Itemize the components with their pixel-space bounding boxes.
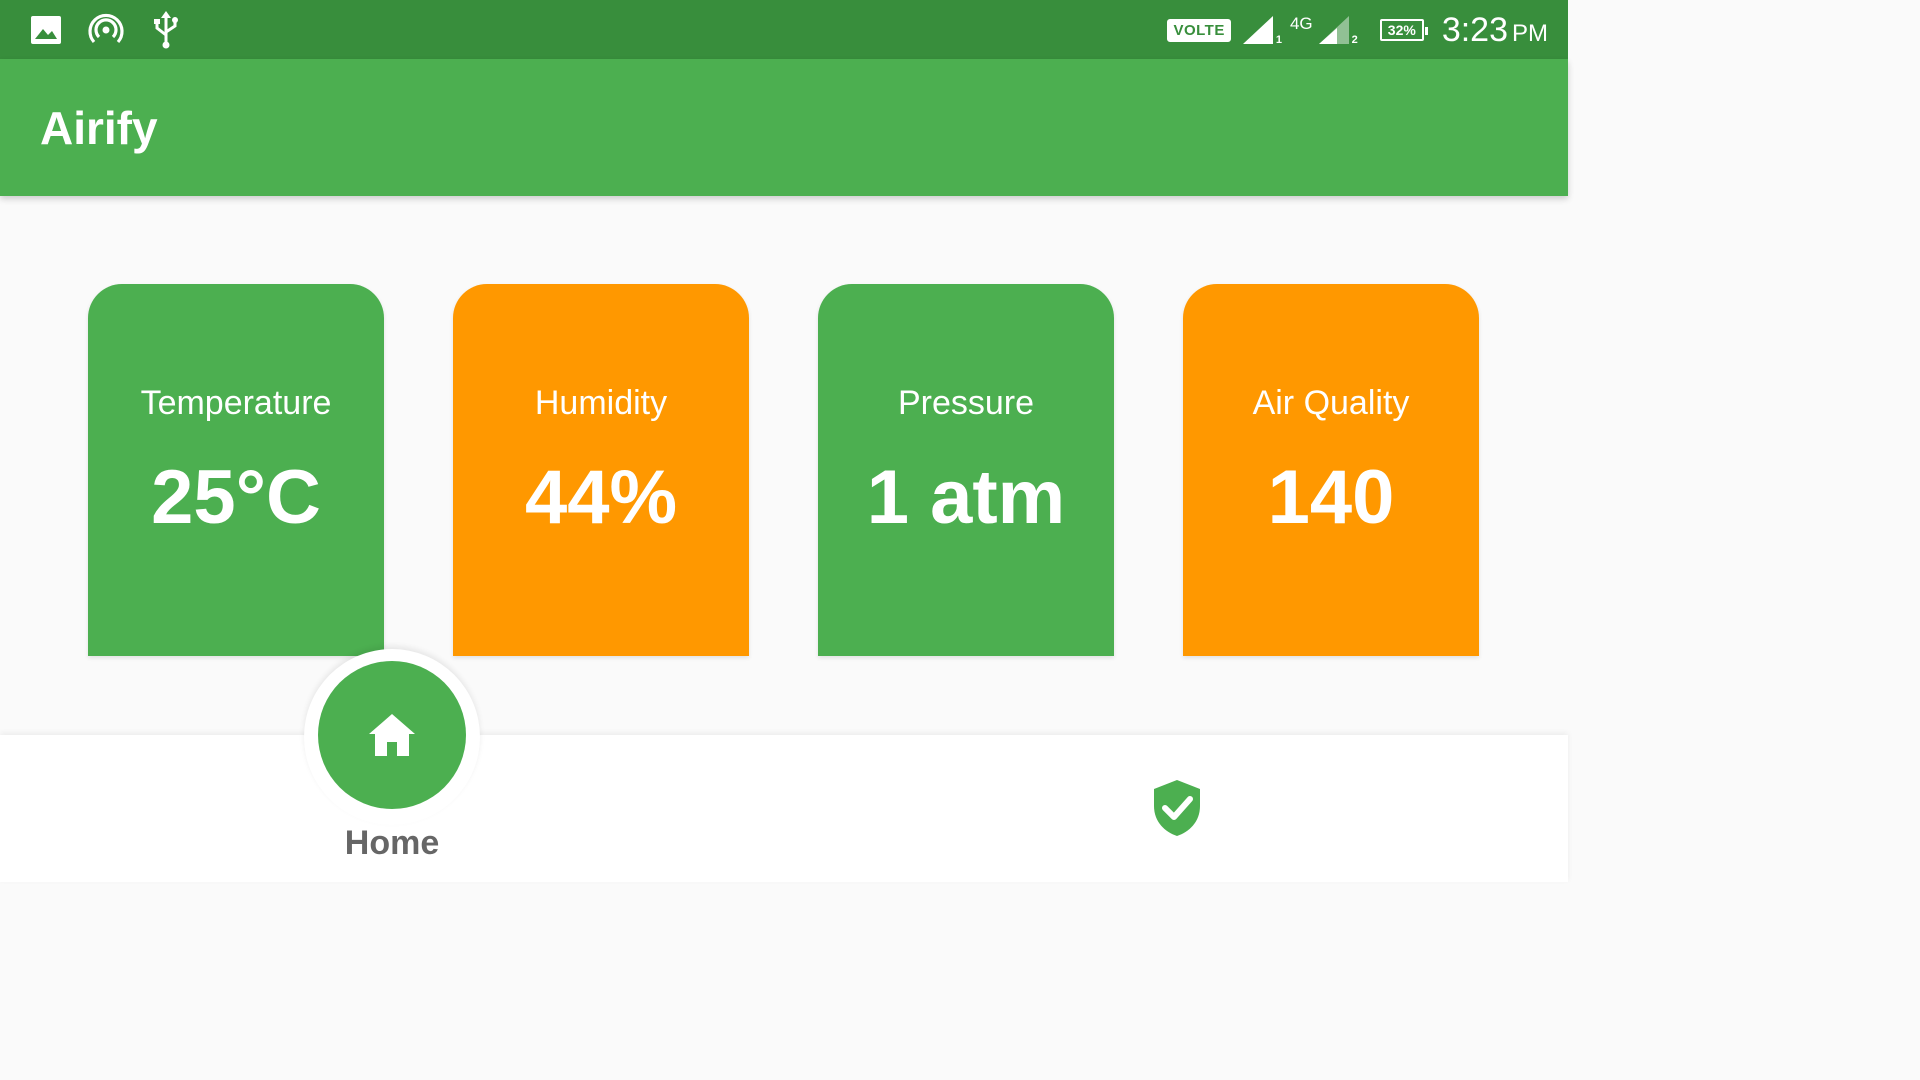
sim2-label: 2 [1351, 34, 1358, 46]
air-quality-label: Air Quality [1252, 384, 1410, 422]
temperature-card[interactable]: Temperature 25°C [88, 284, 384, 656]
home-nav-button[interactable] [318, 661, 466, 809]
pressure-value: 1 atm [866, 455, 1066, 540]
pressure-card[interactable]: Pressure 1 atm [818, 284, 1114, 656]
usb-icon [148, 11, 184, 49]
home-nav-label[interactable]: Home [292, 824, 492, 863]
air-quality-card[interactable]: Air Quality 140 [1183, 284, 1479, 656]
signal-sim2-icon: 2 [1317, 14, 1358, 46]
image-icon [28, 12, 64, 48]
battery-indicator: 32% [1379, 19, 1428, 41]
clock-time: 3:23 [1441, 10, 1508, 49]
clock-ampm: PM [1512, 19, 1548, 47]
status-bar-left [28, 11, 208, 49]
volte-badge: VOLTE [1167, 18, 1231, 42]
humidity-label: Humidity [534, 384, 668, 422]
bottom-navigation [0, 735, 1568, 882]
verified-shield-icon[interactable] [1150, 778, 1204, 838]
network-type: 4G [1289, 14, 1313, 33]
pressure-label: Pressure [897, 384, 1035, 422]
status-bar-right: VOLTE 1 4G 2 32% 3:23 PM [1167, 10, 1548, 50]
temperature-label: Temperature [140, 384, 332, 422]
signal-sim1-icon: 1 [1241, 14, 1282, 46]
clock: 3:23 PM [1442, 11, 1548, 50]
sim1-label: 1 [1275, 34, 1282, 46]
hotspot-icon [88, 12, 124, 48]
humidity-value: 44% [524, 455, 678, 540]
temperature-value: 25°C [151, 455, 321, 540]
status-bar: VOLTE 1 4G 2 32% 3:23 PM [0, 0, 1568, 59]
app-bar: Airify [0, 59, 1568, 196]
app-title: Airify [40, 102, 158, 154]
humidity-card[interactable]: Humidity 44% [453, 284, 749, 656]
home-icon [369, 714, 415, 756]
air-quality-value: 140 [1267, 455, 1395, 540]
